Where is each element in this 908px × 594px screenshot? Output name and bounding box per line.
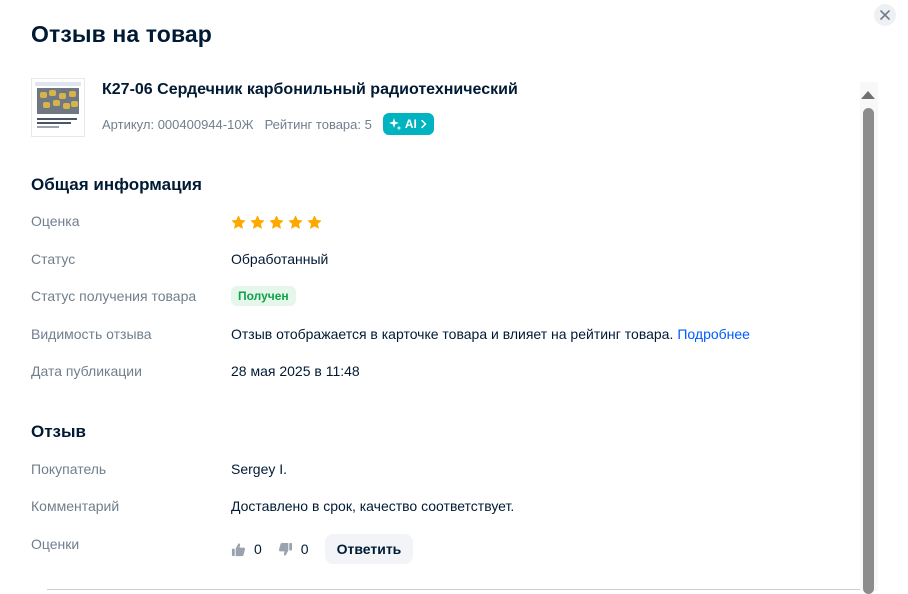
buyer-row: Покупатель Sergey I.: [31, 461, 831, 481]
product-name[interactable]: К27-06 Сердечник карбонильный радиотехни…: [102, 81, 518, 99]
star-icon: [288, 215, 303, 229]
date-label: Дата публикации: [31, 363, 142, 379]
close-icon: [880, 10, 890, 20]
visibility-label: Видимость отзыва: [31, 326, 152, 342]
scroll-up-arrow-icon[interactable]: [861, 91, 875, 99]
dislike-vote[interactable]: 0: [278, 541, 309, 557]
comment-label: Комментарий: [31, 498, 120, 514]
comment-row: Комментарий Доставлено в срок, качество …: [31, 498, 831, 518]
star-icon: [307, 215, 322, 229]
date-value: 28 мая 2025 в 11:48: [231, 363, 360, 379]
reply-button[interactable]: Ответить: [324, 534, 414, 564]
visibility-value: Отзыв отображается в карточке товара и в…: [231, 326, 674, 342]
buyer-label: Покупатель: [31, 461, 107, 477]
page-title: Отзыв на товар: [31, 21, 212, 47]
receipt-row: Статус получения товара Получен: [31, 286, 831, 308]
like-vote[interactable]: 0: [231, 541, 262, 557]
footer-divider: [47, 589, 871, 590]
thumbs-up-icon: [231, 542, 246, 556]
product-meta: Артикул: 000400944-10Ж Рейтинг товара: 5…: [102, 113, 434, 135]
votes-row: Оценки 0 0 Ответить: [31, 534, 831, 566]
rating-stars: [231, 215, 322, 230]
like-count: 0: [254, 541, 262, 557]
receipt-label: Статус получения товара: [31, 288, 197, 304]
receipt-status-badge: Получен: [231, 286, 296, 306]
scrollbar-thumb[interactable]: [863, 108, 874, 594]
buyer-value: Sergey I.: [231, 461, 288, 477]
status-row: Статус Обработанный: [31, 251, 831, 271]
product-thumbnail[interactable]: [31, 78, 85, 137]
product-rating: Рейтинг товара: 5: [264, 116, 372, 132]
thumbs-down-icon: [278, 542, 292, 556]
dislike-count: 0: [300, 541, 309, 557]
rating-row: Оценка: [31, 213, 831, 233]
date-row: Дата публикации 28 мая 2025 в 11:48: [31, 363, 831, 383]
review-section-title: Отзыв: [31, 422, 86, 441]
status-label: Статус: [31, 251, 76, 267]
star-icon: [269, 215, 284, 229]
chevron-right-icon: [421, 119, 427, 129]
sparkle-icon: [388, 118, 402, 131]
visibility-row: Видимость отзыва Отзыв отображается в ка…: [31, 326, 831, 346]
general-info-title: Общая информация: [31, 175, 202, 194]
status-value: Обработанный: [231, 251, 329, 267]
rating-label: Оценка: [31, 213, 80, 229]
product-card: К27-06 Сердечник карбонильный радиотехни…: [31, 78, 831, 138]
close-button[interactable]: [874, 4, 896, 26]
star-icon: [231, 215, 246, 229]
product-article: Артикул: 000400944-10Ж: [102, 116, 254, 132]
more-info-link[interactable]: Подробнее: [677, 326, 750, 342]
ai-button[interactable]: AI: [382, 113, 434, 135]
star-icon: [250, 215, 265, 229]
comment-value: Доставлено в срок, качество соответствуе…: [231, 498, 515, 514]
votes-label: Оценки: [31, 536, 80, 552]
ai-label: AI: [404, 117, 417, 131]
